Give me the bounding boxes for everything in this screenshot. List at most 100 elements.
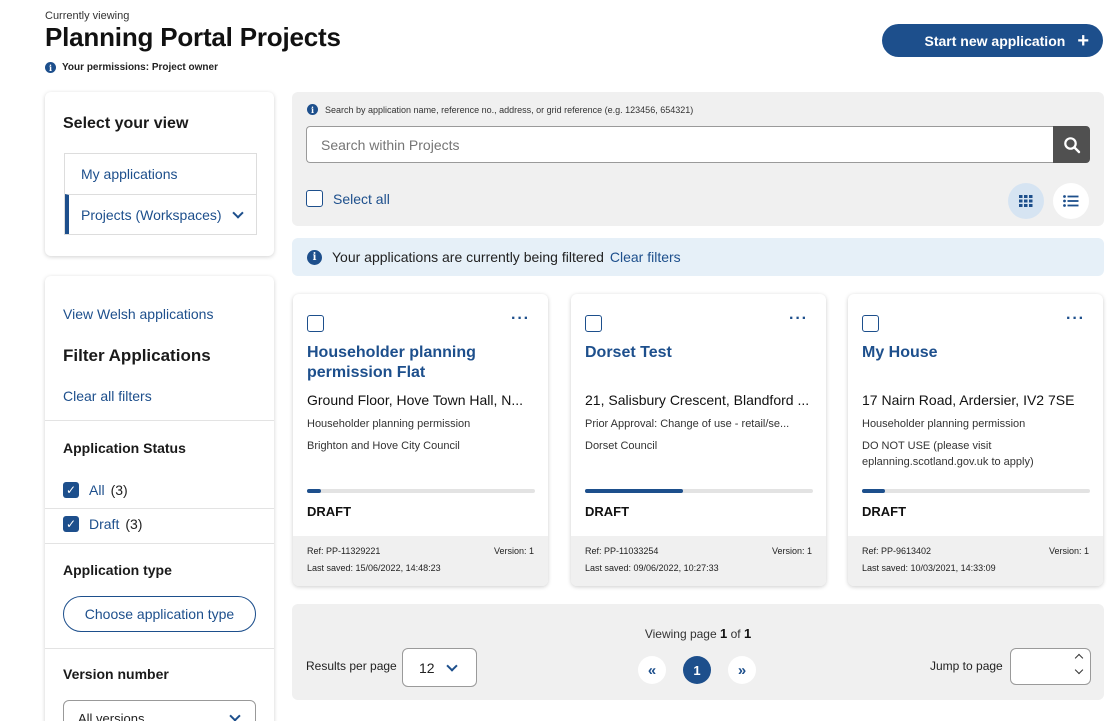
version-select-value: All versions	[78, 710, 145, 721]
search-icon	[1063, 136, 1080, 153]
card-title[interactable]: Householder planning permission Flat	[307, 343, 527, 383]
card-title[interactable]: My House	[862, 343, 1082, 363]
type-heading: Application type	[63, 562, 172, 578]
checkbox-checked-icon[interactable]: ✓	[63, 516, 79, 532]
list-icon	[1063, 195, 1079, 207]
view-item-projects[interactable]: Projects (Workspaces)	[65, 194, 256, 234]
start-new-application-button[interactable]: Start new application +	[882, 24, 1103, 57]
stepper-icon[interactable]	[1074, 653, 1084, 675]
results-per-page-select[interactable]: 12	[402, 648, 477, 687]
list-view-toggle[interactable]	[1053, 183, 1089, 219]
page-subtitle: Currently viewing	[45, 10, 130, 22]
card-status: DRAFT	[585, 504, 630, 519]
card-checkbox[interactable]	[307, 315, 324, 332]
status-option-draft[interactable]: ✓ Draft (3)	[63, 516, 142, 532]
search-hint: i Search by application name, reference …	[307, 104, 693, 115]
view-panel-title: Select your view	[63, 115, 189, 132]
card-footer: Ref: PP-11033254 Version: 1 Last saved: …	[571, 536, 826, 586]
viewing-prefix: Viewing page	[644, 627, 717, 641]
progress-bar	[585, 489, 813, 493]
card-address: 17 Nairn Road, Ardersier, IV2 7SE	[862, 392, 1075, 408]
choose-application-type-button[interactable]: Choose application type	[63, 596, 256, 632]
grid-view-toggle[interactable]	[1008, 183, 1044, 219]
card-checkbox[interactable]	[585, 315, 602, 332]
card-version: Version: 1	[1048, 546, 1089, 556]
page-title: Planning Portal Projects	[45, 22, 341, 52]
card-ref: Ref: PP-11033254	[585, 546, 659, 556]
card-ref: Ref: PP-9613402	[862, 546, 932, 556]
more-options-icon[interactable]: ···	[511, 311, 530, 327]
card-last-saved: Last saved: 09/06/2022, 10:27:33	[585, 563, 719, 573]
progress-fill	[585, 489, 684, 493]
previous-page-button[interactable]: «	[638, 656, 666, 684]
clear-filters-link[interactable]: Clear filters	[610, 249, 681, 265]
version-select[interactable]: All versions	[63, 700, 256, 721]
search-input[interactable]	[306, 126, 1054, 163]
pagination-panel: Viewing page 1 of 1 Results per page 12 …	[292, 604, 1104, 700]
view-panel: Select your view My applications Project…	[45, 92, 274, 256]
viewing-page-text: Viewing page 1 of 1	[292, 626, 1104, 641]
card-version: Version: 1	[771, 546, 812, 556]
card-council: Dorset Council	[585, 440, 658, 452]
current-page-button[interactable]: 1	[683, 656, 711, 684]
status-option-label: Draft	[89, 516, 120, 532]
more-options-icon[interactable]: ···	[1066, 311, 1085, 327]
card-status: DRAFT	[862, 504, 907, 519]
status-option-count: (3)	[110, 482, 128, 498]
application-card[interactable]: ··· My House 17 Nairn Road, Ardersier, I…	[848, 294, 1103, 586]
card-type: Prior Approval: Change of use - retail/s…	[585, 418, 790, 430]
card-address: Ground Floor, Hove Town Hall, N...	[307, 392, 524, 408]
next-page-button[interactable]: »	[728, 656, 756, 684]
view-welsh-applications-link[interactable]: View Welsh applications	[63, 306, 213, 322]
more-options-icon[interactable]: ···	[789, 311, 808, 327]
progress-bar	[307, 489, 535, 493]
card-version: Version: 1	[493, 546, 534, 556]
rpp-value: 12	[419, 659, 435, 676]
card-footer: Ref: PP-11329221 Version: 1 Last saved: …	[293, 536, 548, 586]
jump-to-page-input[interactable]	[1010, 648, 1091, 685]
status-option-all[interactable]: ✓ All (3)	[63, 482, 128, 498]
status-heading: Application Status	[63, 440, 186, 456]
checkbox-checked-icon[interactable]: ✓	[63, 482, 79, 498]
card-type: Householder planning permission	[862, 418, 1026, 430]
chevron-down-icon	[446, 659, 458, 672]
view-item-my-applications[interactable]: My applications	[65, 154, 256, 194]
divider	[45, 648, 274, 649]
chevron-down-icon	[229, 710, 241, 721]
viewing-of: of	[730, 627, 741, 641]
chevron-down-icon	[231, 206, 244, 219]
info-icon: i	[45, 62, 56, 73]
card-title[interactable]: Dorset Test	[585, 343, 805, 363]
card-status: DRAFT	[307, 504, 352, 519]
results-per-page-label: Results per page	[306, 659, 397, 673]
application-card[interactable]: ··· Householder planning permission Flat…	[293, 294, 548, 586]
filter-banner-text: Your applications are currently being fi…	[332, 249, 604, 265]
view-list: My applications Projects (Workspaces)	[64, 153, 257, 235]
checkbox-unchecked-icon[interactable]	[306, 190, 323, 207]
select-all[interactable]: Select all	[306, 190, 390, 207]
card-last-saved: Last saved: 15/06/2022, 14:48:23	[307, 563, 441, 573]
viewing-total: 1	[743, 626, 752, 641]
version-heading: Version number	[63, 666, 169, 682]
grid-icon	[1019, 195, 1033, 207]
info-icon: i	[307, 249, 322, 265]
start-button-label: Start new application	[924, 32, 1066, 49]
progress-fill	[307, 489, 321, 493]
card-council: DO NOT USE (please visit eplanning.scotl…	[862, 440, 1034, 468]
card-footer: Ref: PP-9613402 Version: 1 Last saved: 1…	[848, 536, 1103, 586]
permissions-note: i Your permissions: Project owner	[45, 62, 218, 73]
filter-panel: View Welsh applications Filter Applicati…	[45, 276, 274, 721]
permissions-text: Your permissions: Project owner	[62, 62, 218, 73]
filter-title: Filter Applications	[63, 346, 211, 365]
plus-icon: +	[1077, 29, 1089, 52]
card-checkbox[interactable]	[862, 315, 879, 332]
card-last-saved: Last saved: 10/03/2021, 14:33:09	[862, 563, 996, 573]
card-ref: Ref: PP-11329221	[307, 546, 381, 556]
viewing-current: 1	[720, 626, 728, 641]
clear-all-filters-link[interactable]: Clear all filters	[63, 388, 152, 404]
view-item-label: Projects (Workspaces)	[81, 206, 222, 223]
search-button[interactable]	[1053, 126, 1090, 163]
search-hint-text: Search by application name, reference no…	[325, 104, 694, 115]
divider	[45, 543, 274, 544]
application-card[interactable]: ··· Dorset Test 21, Salisbury Crescent, …	[571, 294, 826, 586]
